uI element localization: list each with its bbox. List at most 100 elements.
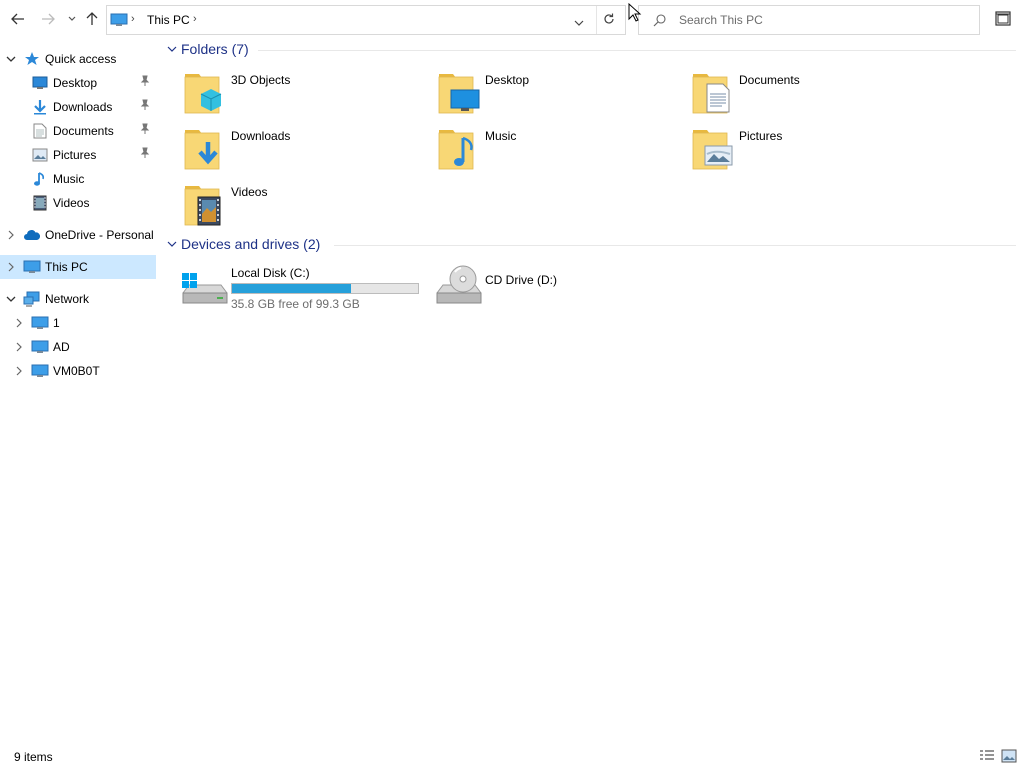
nav-label: Music (53, 172, 85, 186)
drive-tile-local-disk-c[interactable]: Local Disk (C:) 35.8 GB free of 99.3 GB (181, 263, 421, 317)
folder-tile-music[interactable]: Music (435, 124, 685, 178)
nav-label-network: Network (45, 292, 90, 306)
nav-item-documents[interactable]: Documents (0, 119, 156, 143)
arrow-left-icon (11, 13, 24, 25)
chevron-down-icon[interactable] (165, 42, 179, 56)
star-icon (23, 50, 41, 68)
folder-tile-videos[interactable]: Videos (181, 180, 431, 234)
back-button[interactable] (8, 8, 28, 30)
nav-item-network-1[interactable]: 1 (0, 311, 156, 335)
nav-label: Desktop (53, 76, 98, 90)
music-folder-icon (438, 130, 474, 170)
nav-item-network[interactable]: Network (0, 287, 156, 311)
large-icons-view-button[interactable] (1001, 749, 1017, 763)
nav-label: Pictures (53, 148, 97, 162)
group-divider (258, 50, 1016, 51)
nav-item-this-pc[interactable]: This PC (0, 255, 156, 279)
chevron-right-icon[interactable] (13, 359, 25, 383)
nav-item-videos[interactable]: Videos (0, 191, 156, 215)
nav-label: 1 (53, 316, 60, 330)
nav-label: Downloads (53, 100, 113, 114)
nav-label: Videos (53, 196, 90, 210)
chevron-down-icon[interactable] (5, 47, 17, 71)
chevron-right-icon[interactable] (13, 311, 25, 335)
address-dropdown-button[interactable] (574, 16, 584, 30)
refresh-icon (604, 13, 614, 24)
desktop-folder-icon (438, 74, 480, 114)
chevron-down-icon[interactable] (5, 287, 17, 311)
nav-item-network-vm0b0t[interactable]: VM0B0T (0, 359, 156, 383)
this-pc-icon (23, 258, 41, 276)
address-divider (596, 6, 597, 34)
videos-icon (31, 194, 49, 212)
details-view-button[interactable] (979, 749, 995, 763)
chevron-right-icon[interactable] (5, 223, 17, 247)
drive-usage-fill (232, 284, 352, 293)
nav-label-this-pc: This PC (45, 260, 88, 274)
forward-button[interactable] (38, 8, 58, 30)
3d-objects-folder-icon (184, 74, 222, 114)
chevron-down-icon[interactable] (165, 237, 179, 251)
folder-label: 3D Objects (231, 73, 291, 87)
computer-icon (31, 362, 49, 380)
pin-icon[interactable] (140, 99, 150, 114)
status-bar: 9 items (0, 744, 1024, 768)
group-title: Devices and drives (2) (181, 236, 321, 252)
nav-item-desktop[interactable]: Desktop (0, 71, 156, 95)
top-bar: › This PC › Search This PC (0, 0, 1024, 40)
arrow-right-icon (42, 13, 55, 25)
search-placeholder[interactable]: Search This PC (679, 13, 763, 27)
chevron-right-icon[interactable] (13, 335, 25, 359)
up-button[interactable] (82, 8, 102, 30)
documents-folder-icon (692, 74, 730, 114)
pictures-folder-icon (692, 130, 733, 170)
details-view-icon (980, 750, 994, 760)
folder-tile-pictures[interactable]: Pictures (689, 124, 939, 178)
address-bar[interactable]: › This PC › (106, 5, 626, 35)
nav-item-network-ad[interactable]: AD (0, 335, 156, 359)
folder-label: Downloads (231, 129, 291, 143)
nav-item-downloads[interactable]: Downloads (0, 95, 156, 119)
group-divider (334, 245, 1016, 246)
onedrive-cloud-icon (23, 226, 41, 244)
nav-item-music[interactable]: Music (0, 167, 156, 191)
mouse-cursor-icon (628, 2, 642, 26)
nav-label-onedrive: OneDrive - Personal (45, 228, 154, 242)
breadcrumb-this-pc[interactable]: This PC (147, 13, 190, 27)
nav-item-pictures[interactable]: Pictures (0, 143, 156, 167)
drive-label: Local Disk (C:) (231, 266, 310, 280)
search-box[interactable]: Search This PC (638, 5, 980, 35)
breadcrumb-separator-icon[interactable]: › (193, 13, 197, 25)
drive-tile-cd-drive-d[interactable]: CD Drive (D:) (435, 263, 635, 317)
pin-icon[interactable] (140, 123, 150, 138)
breadcrumb-separator-icon[interactable]: › (131, 13, 135, 25)
nav-item-quick-access[interactable]: Quick access (0, 47, 156, 71)
pin-icon[interactable] (140, 147, 150, 162)
group-header-folders[interactable]: Folders (7) (165, 41, 249, 57)
folder-tile-3d-objects[interactable]: 3D Objects (181, 68, 431, 122)
nav-item-onedrive[interactable]: OneDrive - Personal (0, 223, 156, 247)
folder-tile-downloads[interactable]: Downloads (181, 124, 431, 178)
folder-label: Videos (231, 185, 268, 199)
hard-drive-icon (182, 273, 228, 304)
nav-label: VM0B0T (53, 364, 100, 378)
item-count: 9 items (14, 750, 53, 764)
folder-label: Desktop (485, 73, 530, 87)
pictures-icon (31, 146, 49, 164)
drive-free-space: 35.8 GB free of 99.3 GB (231, 297, 360, 311)
recent-locations-button[interactable] (62, 8, 82, 30)
preview-pane-button[interactable] (995, 10, 1011, 29)
refresh-button[interactable] (603, 12, 615, 29)
folder-label: Documents (739, 73, 800, 87)
folder-tile-documents[interactable]: Documents (689, 68, 939, 122)
chevron-right-icon[interactable] (5, 255, 17, 279)
cd-drive-icon (436, 265, 482, 304)
documents-icon (31, 122, 49, 140)
nav-label: AD (53, 340, 70, 354)
desktop-icon (31, 74, 49, 92)
arrow-up-icon (86, 12, 98, 25)
pin-icon[interactable] (140, 75, 150, 90)
group-header-devices-and-drives[interactable]: Devices and drives (2) (165, 236, 320, 252)
folder-tile-desktop[interactable]: Desktop (435, 68, 685, 122)
drive-label: CD Drive (D:) (485, 273, 557, 287)
